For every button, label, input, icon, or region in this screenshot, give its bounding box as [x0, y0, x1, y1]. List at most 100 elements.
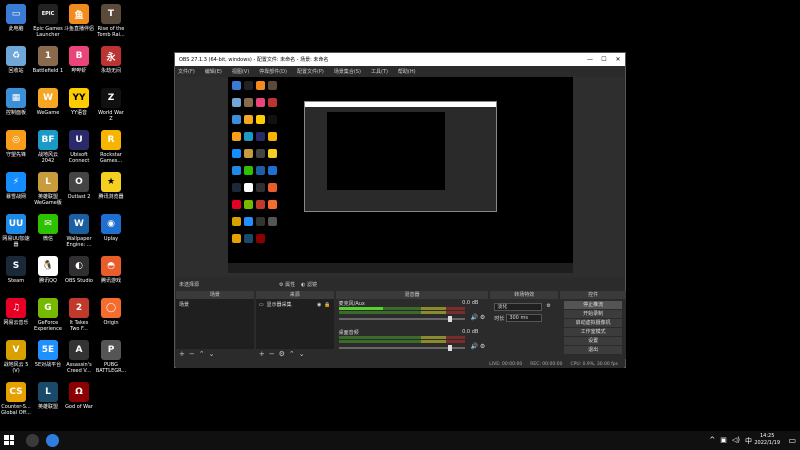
menu-item[interactable]: 配置文件(P) — [297, 68, 324, 75]
preview-canvas[interactable] — [228, 77, 573, 273]
volume-meter — [338, 311, 465, 314]
desktop-icon[interactable]: 🐧 腾讯QQ — [32, 256, 64, 284]
remove-icon[interactable]: − — [189, 350, 195, 358]
move-up-icon[interactable]: ⌃ — [289, 350, 295, 358]
control-button[interactable]: 设置 — [564, 337, 622, 345]
desktop-icon[interactable]: ◯ Origin — [95, 298, 127, 326]
desktop-icon[interactable]: ◎ 守望先锋 — [0, 130, 32, 158]
eye-icon[interactable]: ◉ — [317, 302, 321, 308]
desktop-icon[interactable]: ♻ 回收站 — [0, 46, 32, 74]
speaker-icon[interactable]: 🔊 ⚙ — [471, 314, 486, 321]
move-down-icon[interactable]: ⌄ — [209, 350, 215, 358]
duration-field[interactable]: 300 ms — [506, 314, 543, 322]
add-icon[interactable]: + — [259, 350, 265, 358]
control-button[interactable]: 工作室模式 — [564, 328, 622, 336]
properties-button[interactable]: ⚙ 属性 — [279, 281, 295, 288]
transition-select[interactable]: 淡化 — [494, 303, 543, 311]
desktop-icon[interactable]: 1 Battlefield 1 — [32, 46, 64, 74]
volume-icon[interactable]: ◁) — [732, 436, 740, 446]
remove-icon[interactable]: − — [269, 350, 275, 358]
desktop-icon[interactable]: EPIC Epic Games Launcher — [32, 4, 64, 38]
browser-taskbar-icon[interactable] — [46, 434, 59, 447]
desktop-icon[interactable]: P PUBG BATTLEGR... — [95, 340, 127, 374]
speaker-icon[interactable]: 🔊 ⚙ — [471, 343, 486, 350]
controls-header: 控件 — [560, 291, 626, 299]
network-icon[interactable]: ▣ — [720, 436, 727, 446]
desktop-icon[interactable]: 永永劫无间 — [95, 46, 127, 74]
scene-item[interactable]: 场景 — [176, 299, 254, 310]
obs-window[interactable]: OBS 27.1.3 (64-bit, windows) - 配置文件: 未命名… — [174, 52, 626, 368]
desktop-icon[interactable]: ✉ 微信 — [32, 214, 64, 242]
desktop-icon-label: YY语音 — [70, 110, 88, 116]
desktop-icon[interactable]: ⚡ 暴雪战网 — [0, 172, 32, 200]
preview-desktop-icon — [268, 217, 277, 226]
obs-titlebar[interactable]: OBS 27.1.3 (64-bit, windows) - 配置文件: 未命名… — [175, 53, 625, 66]
desktop-icon[interactable]: R Rockstar Games... — [95, 130, 127, 164]
maximize-button[interactable]: ☐ — [597, 56, 611, 63]
desktop-icon[interactable]: ◐ OBS Studio — [63, 256, 95, 284]
filters-button[interactable]: ◐ 滤镜 — [301, 281, 317, 288]
desktop-icon[interactable]: G GeForce Experience — [32, 298, 64, 332]
desktop-icon[interactable]: ◓ 腾讯游戏 — [95, 256, 127, 284]
desktop-icon[interactable]: ◉ Uplay — [95, 214, 127, 242]
menu-item[interactable]: 场景集合(S) — [334, 68, 361, 75]
volume-knob[interactable] — [447, 316, 452, 322]
desktop-icon-label: WeGame — [36, 110, 60, 116]
desktop-icon[interactable]: W WeGame — [32, 88, 64, 116]
desktop-icon[interactable]: BF 战地风云 2042 — [32, 130, 64, 164]
control-button[interactable]: 启动虚拟摄像机 — [564, 319, 622, 327]
desktop-icon[interactable]: 鱼斗鱼直播伴侣 — [63, 4, 95, 32]
notification-icon[interactable]: ▭ — [788, 436, 796, 445]
desktop-icon[interactable]: Z World War Z — [95, 88, 127, 122]
desktop-icon[interactable]: O Outlast 2 — [63, 172, 95, 200]
desktop-icon[interactable]: ▦ 控制面板 — [0, 88, 32, 116]
gear-icon[interactable]: ⚙ — [546, 303, 550, 309]
control-button[interactable]: 停止推流 — [564, 301, 622, 309]
desktop-icon[interactable]: 2 It Takes Two F... — [63, 298, 95, 332]
desktop-icon[interactable]: Ω God of War — [63, 382, 95, 410]
desktop-icon[interactable]: B 哔哔虾 — [63, 46, 95, 74]
menu-item[interactable]: 视图(V) — [232, 68, 249, 75]
desktop-icon[interactable]: L 英雄联盟 WeGame版 — [32, 172, 64, 206]
menu-item[interactable]: 停靠部件(D) — [259, 68, 287, 75]
volume-meter — [338, 336, 465, 339]
lock-icon[interactable]: 🔒 — [324, 302, 330, 308]
desktop-icon[interactable]: L 英雄联盟 — [32, 382, 64, 410]
gear-icon[interactable]: ⚙ — [279, 350, 285, 358]
move-up-icon[interactable]: ⌃ — [199, 350, 205, 358]
volume-knob[interactable] — [447, 345, 452, 351]
desktop-icon[interactable]: UU 网易UU加速 器 — [0, 214, 32, 248]
menu-item[interactable]: 编辑(E) — [205, 68, 222, 75]
desktop-icon[interactable]: S Steam — [0, 256, 32, 284]
desktop-icon[interactable]: YY YY语音 — [63, 88, 95, 116]
desktop-icon[interactable]: U Ubisoft Connect — [63, 130, 95, 164]
controls-dock: 控件 停止推流 开始录制 启动虚拟摄像机 工作室模式 设置 退出 — [560, 291, 626, 359]
desktop-icon[interactable]: 5E 5E对战平台 — [32, 340, 64, 368]
obs-taskbar-icon[interactable] — [26, 434, 39, 447]
desktop-icon[interactable]: ★ 腾讯浏览器 — [95, 172, 127, 200]
source-item[interactable]: ▭ 显示器采集 ◉ 🔒 — [256, 299, 334, 310]
start-button[interactable] — [4, 435, 14, 445]
desktop-icon[interactable]: CS Counter-S... Global Off... — [0, 382, 32, 416]
ime-indicator[interactable]: 中 — [745, 436, 752, 446]
volume-slider[interactable] — [338, 345, 465, 351]
clock[interactable]: 14:25 2022/1/19 — [754, 433, 780, 447]
close-button[interactable]: ✕ — [611, 56, 625, 63]
volume-slider[interactable] — [338, 316, 465, 322]
desktop-icon[interactable]: W Wallpaper Engine: ... — [63, 214, 95, 248]
control-button[interactable]: 退出 — [564, 346, 622, 354]
desktop-icon[interactable]: A Assassin's Creed V... — [63, 340, 95, 374]
chevron-up-icon[interactable]: ^ — [709, 436, 715, 446]
minimize-button[interactable]: — — [583, 56, 597, 63]
desktop-icon[interactable]: ♫ 网易云音乐 — [0, 298, 32, 326]
desktop-icon[interactable]: T Rise of the Tomb Rai... — [95, 4, 127, 38]
menu-item[interactable]: 帮助(H) — [398, 68, 416, 75]
volume-meter — [338, 307, 465, 310]
menu-item[interactable]: 文件(F) — [178, 68, 195, 75]
desktop-icon[interactable]: ▭ 此电脑 — [0, 4, 32, 32]
desktop-icon[interactable]: V 战地风云 5 (V) — [0, 340, 32, 374]
menu-item[interactable]: 工具(T) — [371, 68, 388, 75]
control-button[interactable]: 开始录制 — [564, 310, 622, 318]
move-down-icon[interactable]: ⌄ — [299, 350, 305, 358]
add-icon[interactable]: + — [179, 350, 185, 358]
